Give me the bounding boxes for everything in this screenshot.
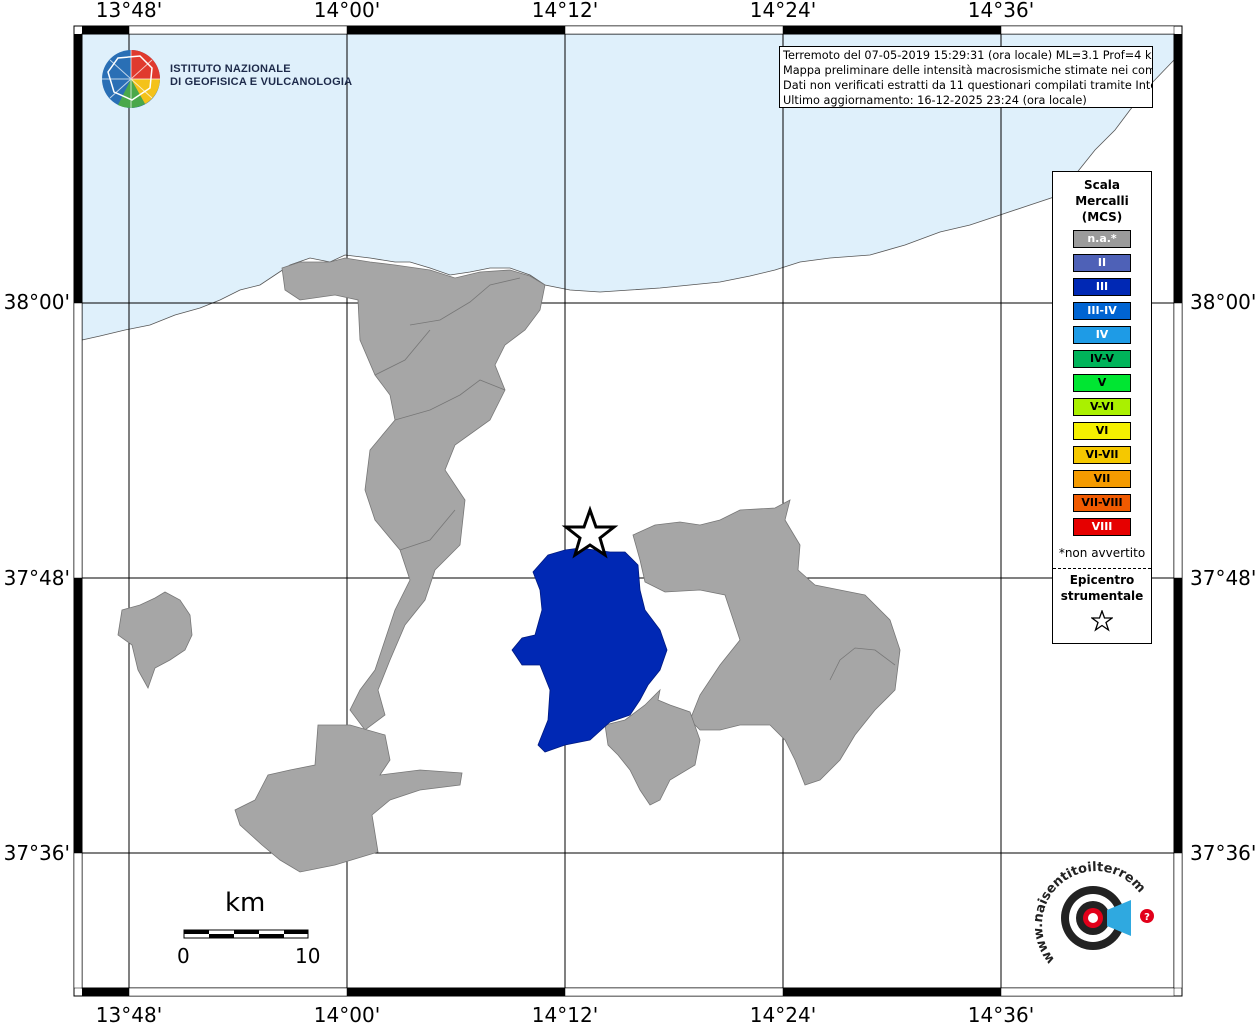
legend-item: V-VI xyxy=(1073,398,1131,416)
lat-left-label-1: 38°00' xyxy=(3,290,70,314)
legend-item: II xyxy=(1073,254,1131,272)
legend-epicenter-label: Epicentro strumentale xyxy=(1053,572,1151,604)
legend-item: VI-VII xyxy=(1073,446,1131,464)
lon-bottom-label-1: 13°48' xyxy=(95,1003,163,1027)
lon-bottom-label-3: 14°12' xyxy=(531,1003,599,1027)
lon-top-label-4: 14°24' xyxy=(749,0,817,22)
legend-item: VII xyxy=(1073,470,1131,488)
info-line4: Ultimo aggiornamento: 16-12-2025 23:24 (… xyxy=(783,94,1087,107)
legend-items: n.a.* II III III-IV IV IV-V V V-VI VI VI-VII VII VI… xyxy=(1073,230,1131,542)
lat-left-label-2: 37°48' xyxy=(3,566,70,590)
legend-title: Scala Mercalli (MCS) xyxy=(1053,177,1151,225)
lat-right-label-3: 37°36' xyxy=(1190,841,1255,865)
lon-top-label-3: 14°12' xyxy=(531,0,599,22)
legend-item: III xyxy=(1073,278,1131,296)
legend-item: V xyxy=(1073,374,1131,392)
lon-top-label-5: 14°36' xyxy=(967,0,1035,22)
mcs-legend: Scala Mercalli (MCS) n.a.* II III III-IV IV I… xyxy=(1052,171,1152,644)
legend-title-line1: Scala xyxy=(1083,178,1121,192)
ingv-globe-icon xyxy=(102,50,160,108)
event-info-box: Terremoto del 07-05-2019 15:29:31 (ora l… xyxy=(779,46,1153,108)
lon-bottom-label-5: 14°36' xyxy=(967,1003,1035,1027)
haisentito-logo-icon: ? www.haisentitoilterremoto.it xyxy=(1035,860,1154,966)
lat-left-label-3: 37°36' xyxy=(3,841,70,865)
scale-bar xyxy=(183,929,309,939)
legend-epicenter-line2: strumentale xyxy=(1060,589,1144,603)
lon-bottom-label-2: 14°00' xyxy=(313,1003,381,1027)
legend-star-icon xyxy=(1091,610,1113,632)
legend-item: III-IV xyxy=(1073,302,1131,320)
lon-top-label-1: 13°48' xyxy=(95,0,163,22)
scale-start-label: 0 xyxy=(177,944,190,968)
svg-text:?: ? xyxy=(1144,912,1150,923)
lat-right-label-1: 38°00' xyxy=(1190,290,1255,314)
lat-right-label-2: 37°48' xyxy=(1190,566,1255,590)
legend-item: VII-VIII xyxy=(1073,494,1131,512)
lon-bottom-label-4: 14°24' xyxy=(749,1003,817,1027)
legend-title-line2: Mercalli xyxy=(1075,194,1129,208)
scale-end-label: 10 xyxy=(295,944,321,968)
legend-item: VIII xyxy=(1073,518,1131,536)
legend-divider xyxy=(1053,568,1151,569)
legend-note: *non avvertito xyxy=(1058,546,1146,560)
ingv-text-line2: DI GEOFISICA E VULCANOLOGIA xyxy=(170,76,353,88)
ingv-text-line1: ISTITUTO NAZIONALE xyxy=(170,63,291,75)
ingv-logo-text: ISTITUTO NAZIONALE DI GEOFISICA E VULCAN… xyxy=(170,63,352,89)
scale-unit-label: km xyxy=(225,888,266,918)
legend-item: IV xyxy=(1073,326,1131,344)
info-line3: Dati non verificati estratti da 11 quest… xyxy=(783,79,1153,92)
legend-item: n.a.* xyxy=(1073,230,1131,248)
info-line2: Mappa preliminare delle intensità macros… xyxy=(783,64,1153,77)
legend-epicenter-line1: Epicentro xyxy=(1069,573,1135,587)
legend-item: VI xyxy=(1073,422,1131,440)
lon-top-label-2: 14°00' xyxy=(313,0,381,22)
info-line1: Terremoto del 07-05-2019 15:29:31 (ora l… xyxy=(783,49,1153,62)
legend-title-line3: (MCS) xyxy=(1081,210,1123,224)
legend-item: IV-V xyxy=(1073,350,1131,368)
